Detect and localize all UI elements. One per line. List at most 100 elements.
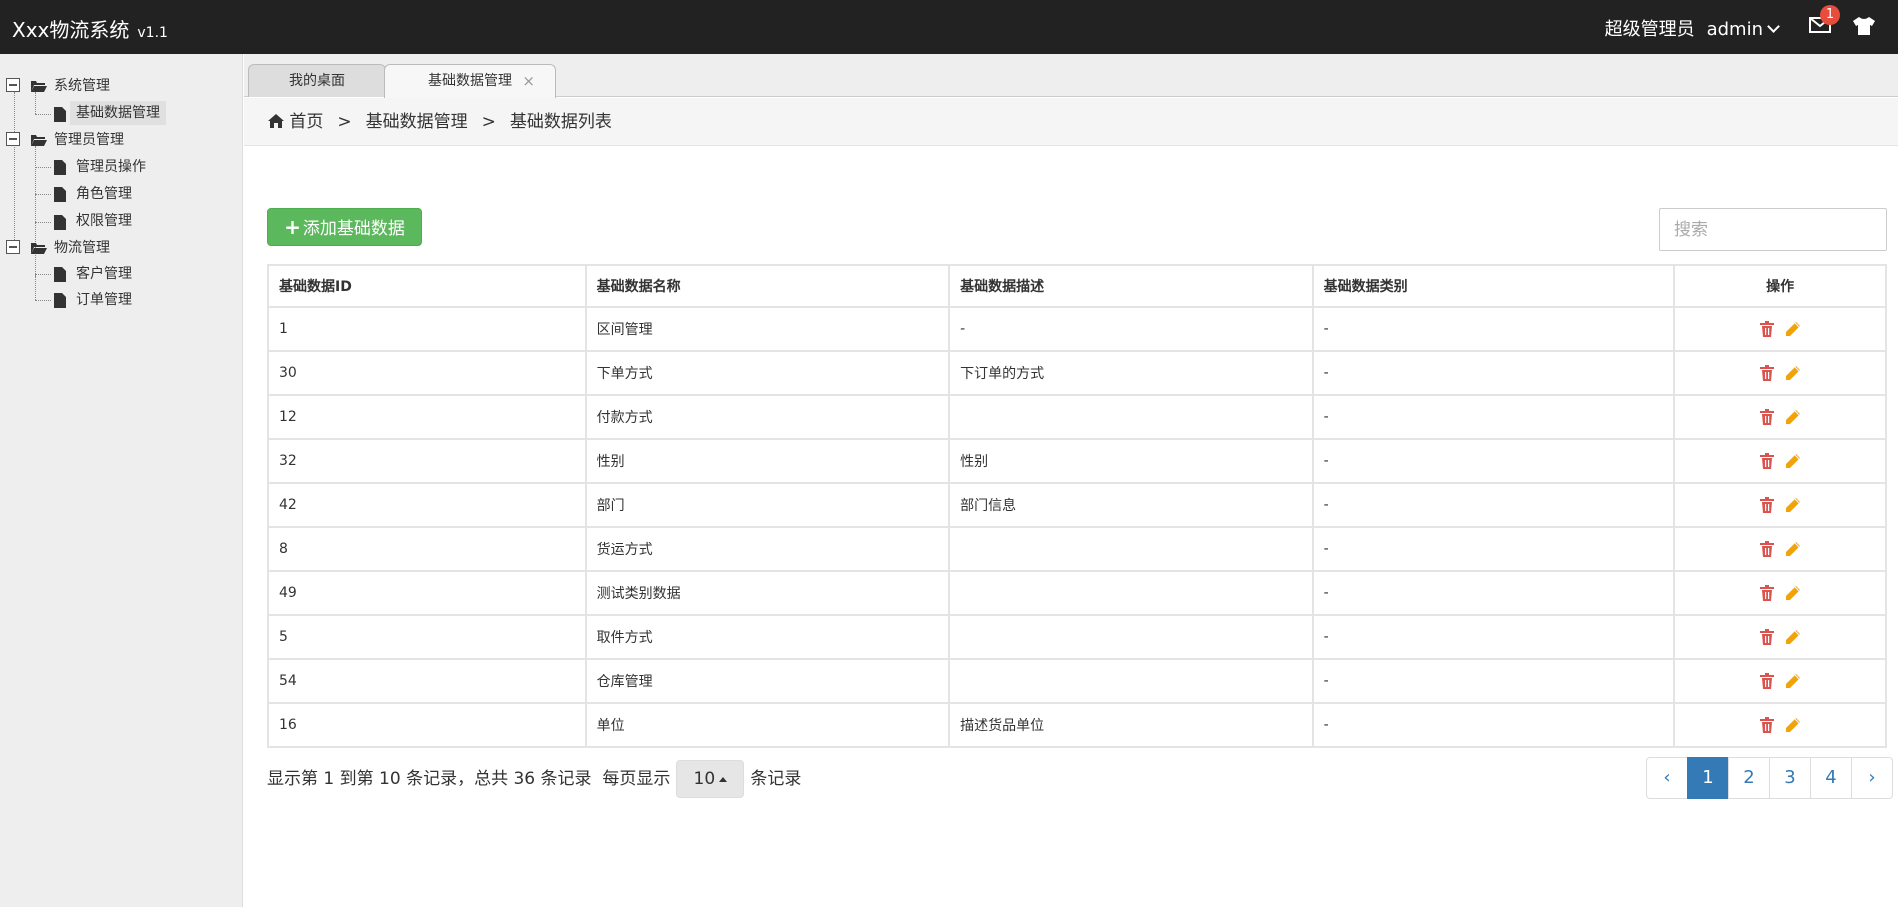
search-input[interactable] [1659,208,1887,251]
collapse-toggle[interactable] [6,132,20,146]
tree-group-label: 管理员管理 [54,132,124,148]
tree-group-system[interactable]: 系统管理 [54,74,110,98]
cell-id: 5 [267,614,587,660]
tree-item-permissions[interactable]: 权限管理 [76,209,132,233]
pencil-icon[interactable] [1785,629,1801,645]
pencil-icon[interactable] [1785,717,1801,733]
breadcrumb: 首页 > 基础数据管理 > 基础数据列表 [244,98,1898,146]
column-header-id[interactable]: 基础数据ID [267,264,587,308]
cell-actions [1673,614,1887,660]
tree-connector [35,199,36,276]
pencil-icon[interactable] [1785,409,1801,425]
page-button-2[interactable]: 2 [1728,757,1770,799]
cell-id: 1 [267,306,587,352]
page-size-select[interactable]: 10 [676,760,745,798]
page-next-button[interactable]: › [1851,757,1893,799]
trash-icon[interactable] [1759,629,1775,645]
tree-connector [35,274,51,275]
pencil-icon[interactable] [1785,673,1801,689]
pencil-icon[interactable] [1785,365,1801,381]
folder-open-icon [31,135,47,146]
caret-up-icon [719,776,728,782]
cell-actions [1673,702,1887,748]
tree-group-admin[interactable]: 管理员管理 [54,128,124,152]
file-icon [54,107,66,122]
plus-icon: + [284,215,301,239]
trash-icon[interactable] [1759,321,1775,337]
trash-icon[interactable] [1759,453,1775,469]
top-navbar: Xxx物流系统 v1.1 超级管理员 admin 1 [0,0,1898,54]
table-row: 32 性别 性别 - [267,438,1887,484]
breadcrumb-current: 基础数据列表 [509,112,612,132]
cell-desc: 描述货品单位 [948,702,1314,748]
trash-icon[interactable] [1759,409,1775,425]
cell-category: - [1311,350,1676,396]
trash-icon[interactable] [1759,673,1775,689]
breadcrumb-separator: > [337,112,352,132]
page-prev-button[interactable]: ‹ [1646,757,1688,799]
cell-name: 测试类别数据 [584,570,951,616]
page-button-4[interactable]: 4 [1810,757,1852,799]
tree-item-admin-ops[interactable]: 管理员操作 [76,155,146,179]
tab-desktop[interactable]: 我的桌面 [248,64,386,97]
column-header-category[interactable]: 基础数据类别 [1311,264,1676,308]
trash-icon[interactable] [1759,585,1775,601]
pencil-icon[interactable] [1785,541,1801,557]
tree-item-base-data[interactable]: 基础数据管理 [70,101,166,125]
column-header-name[interactable]: 基础数据名称 [584,264,951,308]
trash-icon[interactable] [1759,497,1775,513]
pencil-icon[interactable] [1785,321,1801,337]
table-row: 49 测试类别数据 - [267,570,1887,616]
cell-category: - [1311,614,1676,660]
cell-actions [1673,438,1887,484]
cell-actions [1673,658,1887,704]
pencil-icon[interactable] [1785,585,1801,601]
trash-icon[interactable] [1759,365,1775,381]
tree-connector [35,276,36,300]
tree-group-label: 系统管理 [54,78,110,94]
mail-count-badge: 1 [1820,5,1840,25]
tree-item-label: 基础数据管理 [76,105,160,121]
file-icon [54,267,66,282]
folder-open-icon [31,243,47,254]
breadcrumb-level1[interactable]: 基础数据管理 [366,112,468,132]
add-base-data-button[interactable]: + 添加基础数据 [267,208,422,246]
cell-name: 货运方式 [584,526,951,572]
app-brand[interactable]: Xxx物流系统 v1.1 [12,14,168,43]
app-version: v1.1 [137,25,168,41]
chevron-down-icon [1767,20,1780,33]
tree-group-logistics[interactable]: 物流管理 [54,236,110,260]
pagination-info: 显示第 1 到第 10 条记录，总共 36 条记录 每页显示 10 条记录 [267,760,801,798]
cell-id: 54 [267,658,587,704]
page-button-1[interactable]: 1 [1687,757,1729,799]
column-header-desc[interactable]: 基础数据描述 [948,264,1314,308]
tree-item-roles[interactable]: 角色管理 [76,182,132,206]
collapse-toggle[interactable] [6,240,20,254]
shirt-icon[interactable] [1852,16,1876,36]
tree-item-customers[interactable]: 客户管理 [76,262,132,286]
column-header-actions: 操作 [1673,264,1887,308]
cell-id: 8 [267,526,587,572]
tree-item-label: 角色管理 [76,186,132,202]
user-menu[interactable]: 超级管理员 admin [1605,15,1780,41]
breadcrumb-separator: > [481,112,496,132]
tab-base-data[interactable]: 基础数据管理 × [384,64,556,98]
breadcrumb-home[interactable]: 首页 [289,112,323,132]
sidebar-tree: 系统管理 基础数据管理 管理员管理 管理员操作 角色管理 权限管理 物流管理 客… [0,54,243,907]
cell-name: 部门 [584,482,951,528]
collapse-toggle[interactable] [6,78,20,92]
trash-icon[interactable] [1759,541,1775,557]
pencil-icon[interactable] [1785,497,1801,513]
close-icon[interactable]: × [522,65,535,98]
add-button-label: 添加基础数据 [302,219,405,239]
cell-category: - [1311,438,1676,484]
cell-desc [948,394,1314,440]
cell-id: 42 [267,482,587,528]
cell-category: - [1311,482,1676,528]
tree-item-orders[interactable]: 订单管理 [76,288,132,312]
pencil-icon[interactable] [1785,453,1801,469]
cell-actions [1673,482,1887,528]
table-row: 30 下单方式 下订单的方式 - [267,350,1887,396]
trash-icon[interactable] [1759,717,1775,733]
page-button-3[interactable]: 3 [1769,757,1811,799]
